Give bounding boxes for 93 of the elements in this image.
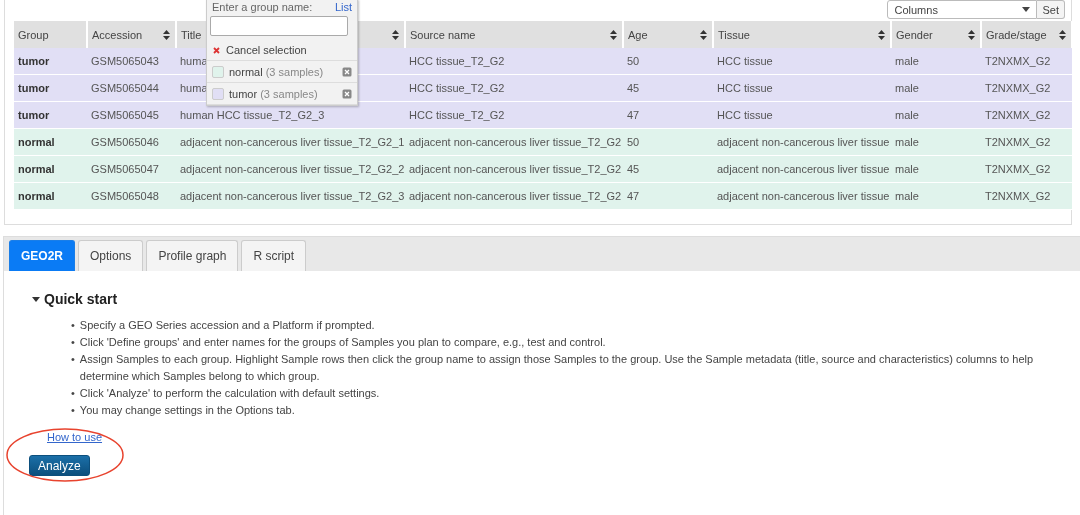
- table-cell: GSM5065046: [91, 136, 159, 148]
- table-cell: T2NXMX_G2: [985, 136, 1051, 148]
- table-cell: 45: [627, 163, 640, 175]
- table-cell: HCC tissue: [717, 55, 773, 67]
- close-icon: [213, 46, 220, 54]
- group-swatch[interactable]: [212, 65, 224, 78]
- sample-row[interactable]: normal GSM5065046 adjacent non-cancerous liver tissue_T2_G2_1 adjacent non-cancerous liver tissue_T2_G2 50 adjacent non-cancerous liver tissue male T2NXMX_G2: [14, 128, 1072, 156]
- table-cell: T2NXMX_G2: [985, 55, 1051, 67]
- dropdown-caret-icon: [1022, 7, 1031, 12]
- remove-icon[interactable]: [342, 88, 352, 99]
- bullet: •: [71, 352, 75, 367]
- bullet: •: [71, 403, 75, 418]
- prompt-label: Enter a group name:: [212, 0, 313, 14]
- columns-select[interactable]: Columns: [887, 0, 1038, 19]
- table-cell: male: [895, 190, 919, 202]
- tab[interactable]: GEO2R: [9, 240, 75, 271]
- tab[interactable]: Options: [78, 240, 144, 271]
- instruction-item: Specify a GEO Series accession and a Platform if prompted.: [79, 318, 375, 333]
- table-cell: tumor: [18, 82, 50, 94]
- column-header[interactable]: Source name: [410, 28, 476, 41]
- sort-icon[interactable]: [1059, 29, 1066, 40]
- table-cell: human HCC tissue_T2_G2_3: [180, 109, 325, 121]
- instruction-item: You may change settings in the Options tab.: [79, 403, 295, 418]
- sort-icon[interactable]: [163, 29, 170, 40]
- tab[interactable]: R script: [241, 240, 307, 271]
- instruction-item: Click 'Analyze' to perform the calculation with default settings.: [79, 386, 380, 401]
- table-cell: adjacent non-cancerous liver tissue_T2_G2: [409, 136, 622, 148]
- table-cell: adjacent non-cancerous liver tissue_T2_G2_2: [180, 163, 405, 175]
- table-cell: male: [895, 82, 919, 94]
- table-cell: adjacent non-cancerous liver tissue_T2_G2_3: [180, 190, 405, 202]
- table-cell: HCC tissue_T2_G2: [409, 82, 505, 94]
- table-cell: 47: [627, 109, 640, 121]
- table-cell: normal: [18, 163, 55, 175]
- instruction-item: Click 'Define groups' and enter names for the groups of Samples you plan to compare, e.g., test and control.: [79, 335, 606, 350]
- sort-icon[interactable]: [392, 29, 399, 40]
- table-cell: male: [895, 136, 919, 148]
- table-cell: male: [895, 163, 919, 175]
- table-cell: 50: [627, 55, 640, 67]
- instruction-item: Assign Samples to each group. Highlight Sample rows then click the group name to assign those Samples to the group. Use the Sample metadata (title, source and characteristics) columns to help determine which Samples belong to which group.: [79, 352, 1035, 384]
- bullet: •: [71, 335, 75, 350]
- table-cell: T2NXMX_G2: [985, 163, 1051, 175]
- table-cell: male: [895, 55, 919, 67]
- remove-icon[interactable]: [342, 66, 352, 77]
- column-header[interactable]: Tissue: [718, 28, 750, 41]
- section-title[interactable]: Quick start: [44, 291, 118, 307]
- bullet: •: [71, 318, 75, 333]
- table-cell: adjacent non-cancerous liver tissue_T2_G2: [409, 190, 622, 202]
- table-cell: HCC tissue: [717, 82, 773, 94]
- table-cell: normal: [18, 136, 55, 148]
- sort-icon[interactable]: [968, 29, 975, 40]
- how-to-use-link[interactable]: How to use: [47, 431, 103, 443]
- table-cell: GSM5065044: [91, 82, 159, 94]
- table-cell: 50: [627, 136, 640, 148]
- table-cell: T2NXMX_G2: [985, 190, 1051, 202]
- set-button[interactable]: Set: [1037, 0, 1065, 19]
- table-cell: GSM5065043: [91, 55, 159, 67]
- table-cell: HCC tissue_T2_G2: [409, 109, 505, 121]
- sort-icon[interactable]: [878, 29, 885, 40]
- table-cell: tumor: [18, 109, 50, 121]
- table-cell: GSM5065047: [91, 163, 159, 175]
- table-cell: 45: [627, 82, 640, 94]
- list-link[interactable]: List: [334, 0, 352, 14]
- table-cell: 47: [627, 190, 640, 202]
- sample-row[interactable]: tumor GSM5065045 human HCC tissue_T2_G2_3 HCC tissue_T2_G2 47 HCC tissue male T2NXMX_G2: [14, 101, 1072, 129]
- table-cell: T2NXMX_G2: [985, 109, 1051, 121]
- column-header[interactable]: Age: [628, 28, 648, 41]
- tab[interactable]: Profile graph: [146, 240, 239, 271]
- table-cell: adjacent non-cancerous liver tissue: [717, 163, 890, 175]
- caret-icon[interactable]: [32, 296, 40, 302]
- column-header[interactable]: Gender: [896, 28, 933, 41]
- table-cell: male: [895, 109, 919, 121]
- sort-icon[interactable]: [610, 29, 617, 40]
- table-cell: normal: [18, 190, 55, 202]
- table-cell: adjacent non-cancerous liver tissue: [717, 190, 890, 202]
- bullet: •: [71, 386, 75, 401]
- sample-row[interactable]: normal GSM5065048 adjacent non-cancerous liver tissue_T2_G2_3 adjacent non-cancerous liver tissue_T2_G2 47 adjacent non-cancerous liver tissue male T2NXMX_G2: [14, 182, 1072, 210]
- group-swatch[interactable]: [212, 87, 224, 100]
- column-header[interactable]: Title: [181, 28, 202, 41]
- table-cell: adjacent non-cancerous liver tissue_T2_G2: [409, 163, 622, 175]
- sort-icon[interactable]: [700, 29, 707, 40]
- group-label[interactable]: tumor (3 samples): [229, 87, 337, 100]
- table-cell: T2NXMX_G2: [985, 82, 1051, 94]
- cancel-selection-item[interactable]: Cancel selection: [207, 41, 357, 61]
- group-name-input[interactable]: [210, 16, 348, 36]
- table-cell: tumor: [18, 55, 50, 67]
- table-cell: GSM5065048: [91, 190, 159, 202]
- table-cell: HCC tissue_T2_G2: [409, 55, 505, 67]
- table-cell: adjacent non-cancerous liver tissue_T2_G2_1: [180, 136, 405, 148]
- table-cell: GSM5065045: [91, 109, 159, 121]
- table-cell: adjacent non-cancerous liver tissue: [717, 136, 890, 148]
- sample-row[interactable]: normal GSM5065047 adjacent non-cancerous liver tissue_T2_G2_2 adjacent non-cancerous liver tissue_T2_G2 45 adjacent non-cancerous liver tissue male T2NXMX_G2: [14, 155, 1072, 183]
- table-cell: HCC tissue: [717, 109, 773, 121]
- analyze-button[interactable]: Analyze: [29, 455, 90, 476]
